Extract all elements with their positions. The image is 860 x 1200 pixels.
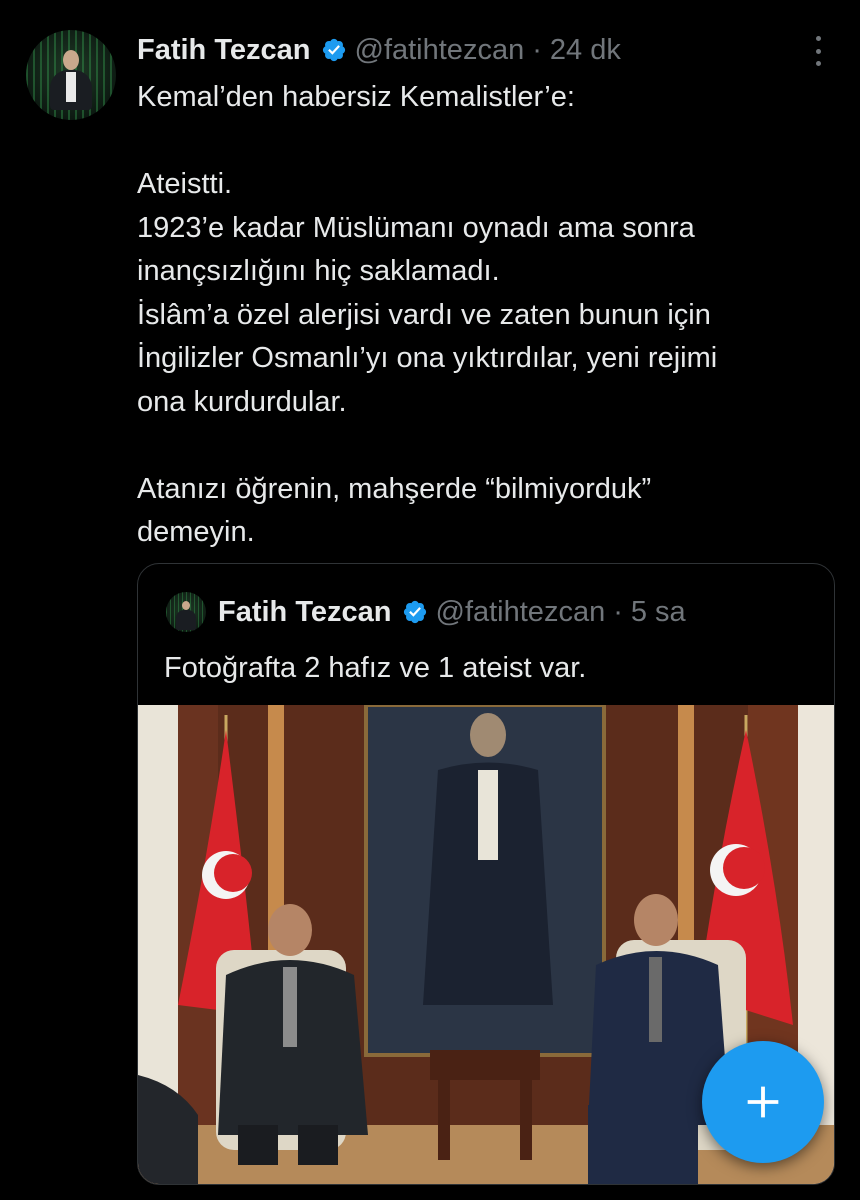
- tweet-line: Atanızı öğrenin, mahşerde “bilmiyorduk”: [137, 472, 652, 505]
- tweet-line: Kemal’den habersiz Kemalistler’e:: [137, 81, 575, 113]
- avatar-person-shirt: [66, 72, 76, 102]
- quote-text: Fotoğrafta 2 hafız ve 1 ateist var.: [164, 652, 587, 684]
- tweet-line: Ateistti.: [137, 168, 233, 200]
- quote-header: Fatih Tezcan @fatihtezcan · 5 sa: [218, 592, 686, 632]
- tweet-text: Kemal’den habersiz Kemalistler’e: Ateist…: [137, 76, 827, 555]
- more-dot: [815, 36, 821, 41]
- tweet-line: inançsızlığını hiç saklamadı.: [137, 255, 500, 287]
- avatar-person-head: [63, 50, 79, 70]
- quote-author-avatar[interactable]: [166, 592, 206, 632]
- verified-badge-icon[interactable]: [402, 599, 428, 625]
- more-dot: [815, 48, 821, 54]
- avatar-person-body: [176, 610, 196, 630]
- tweet-line: İslâm’a özel alerjisi vardı ve zaten bun…: [137, 298, 711, 331]
- more-options-icon[interactable]: [814, 36, 822, 66]
- tweet-line: 1923’e kadar Müslümanı oynadı ama sonra: [137, 211, 695, 244]
- dot-separator: ·: [532, 33, 542, 66]
- tweet-line: İngilizler Osmanlı’yı ona yıktırdılar, y…: [137, 342, 718, 374]
- more-dot: [815, 61, 821, 66]
- verified-badge-icon[interactable]: [321, 37, 347, 63]
- plus-icon: [747, 1086, 779, 1118]
- compose-button[interactable]: [702, 1041, 824, 1163]
- quote-author-handle[interactable]: @fatihtezcan: [436, 596, 606, 629]
- quote-timestamp[interactable]: 5 sa: [631, 596, 686, 629]
- author-handle[interactable]: @fatihtezcan: [355, 34, 525, 67]
- tweet-timestamp[interactable]: 24 dk: [550, 34, 621, 67]
- tweet-line: ona kurdurdular.: [137, 385, 347, 418]
- tweet-header: Fatih Tezcan @fatihtezcan · 24 dk: [137, 30, 621, 70]
- avatar-person-head: [182, 601, 190, 610]
- author-name[interactable]: Fatih Tezcan: [137, 34, 311, 67]
- author-avatar[interactable]: [26, 30, 116, 120]
- tweet-line: demeyin.: [137, 516, 255, 548]
- quote-author-name[interactable]: Fatih Tezcan: [218, 596, 392, 629]
- dot-separator: ·: [613, 595, 623, 628]
